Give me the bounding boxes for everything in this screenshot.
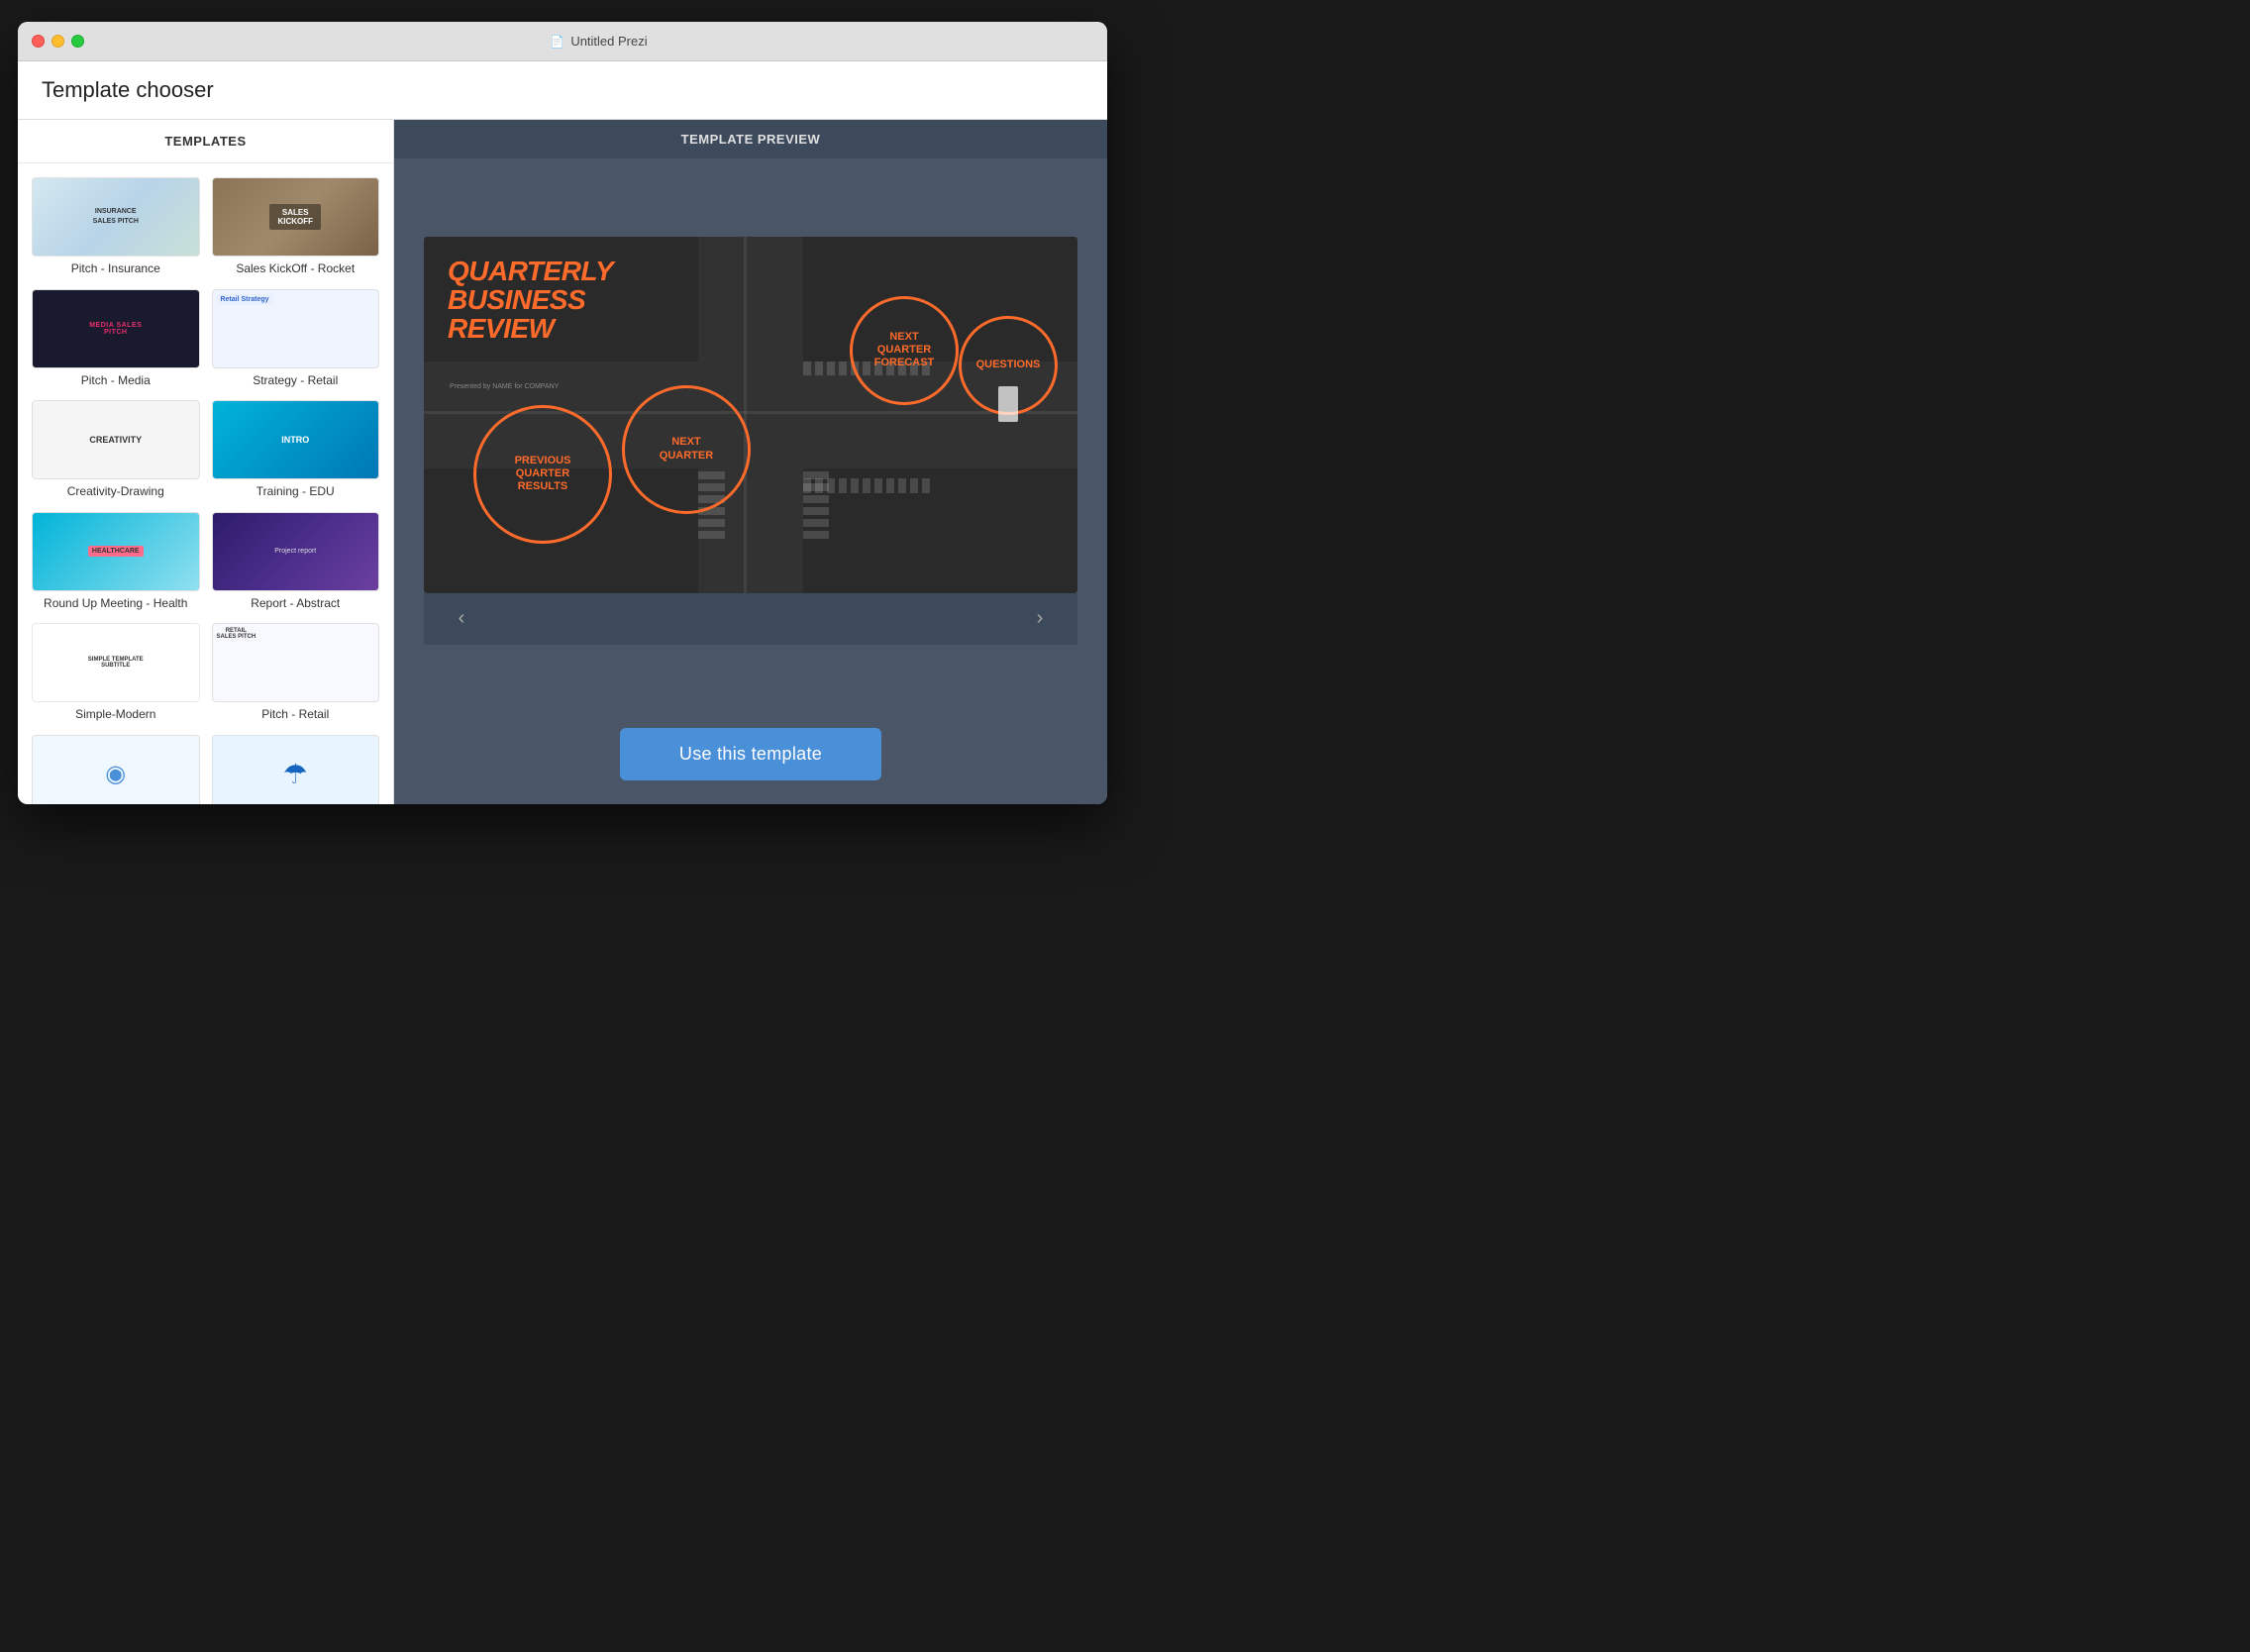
next-arrow-button[interactable]: › bbox=[1022, 601, 1058, 637]
template-thumb-simple-modern bbox=[32, 623, 200, 702]
template-name-roundup-health: Round Up Meeting - Health bbox=[32, 596, 200, 612]
app-window: 📄 Untitled Prezi Template chooser TEMPLA… bbox=[18, 22, 1107, 804]
titlebar: 📄 Untitled Prezi bbox=[18, 22, 1107, 61]
window-title: Untitled Prezi bbox=[570, 34, 647, 49]
template-thumb-sales-kickoff bbox=[212, 177, 380, 257]
preview-actions: Use this template bbox=[394, 712, 1107, 804]
close-button[interactable] bbox=[32, 35, 45, 48]
template-item-training-edu[interactable]: Training - EDU bbox=[212, 400, 380, 500]
template-thumb-roundup-health bbox=[32, 512, 200, 591]
preview-title: QUARTERLY BUSINESS REVIEW bbox=[448, 257, 613, 344]
prev-arrow-button[interactable]: ‹ bbox=[444, 601, 479, 637]
preview-area: QUARTERLY BUSINESS REVIEW Presented by N… bbox=[394, 158, 1107, 712]
template-name-simple-modern: Simple-Modern bbox=[32, 707, 200, 723]
template-item-strategy-retail[interactable]: Strategy - Retail bbox=[212, 289, 380, 389]
template-item-creativity[interactable]: Creativity-Drawing bbox=[32, 400, 200, 500]
template-item-pitch-media[interactable]: Pitch - Media bbox=[32, 289, 200, 389]
templates-grid: Pitch - Insurance Sales KickOff - Rocket… bbox=[18, 163, 393, 804]
preview-image-container: QUARTERLY BUSINESS REVIEW Presented by N… bbox=[424, 237, 1077, 645]
circle-next-quarter: NEXTQUARTER bbox=[622, 385, 751, 514]
preview-subtitle: Presented by NAME for COMPANY bbox=[450, 383, 559, 390]
template-name-training-edu: Training - EDU bbox=[212, 484, 380, 500]
page-header: Template chooser bbox=[18, 61, 1107, 120]
template-item-sales-kickoff[interactable]: Sales KickOff - Rocket bbox=[212, 177, 380, 277]
circle-next-quarter-forecast: NEXTQUARTERFORECAST bbox=[850, 296, 959, 405]
template-name-pitch-media: Pitch - Media bbox=[32, 373, 200, 389]
templates-panel: TEMPLATES Pitch - Insurance Sales KickOf… bbox=[18, 120, 394, 804]
template-thumb-exec-brief bbox=[212, 735, 380, 804]
template-name-strategy-retail: Strategy - Retail bbox=[212, 373, 380, 389]
traffic-lights bbox=[32, 35, 84, 48]
circle-previous-results: PREVIOUSQUARTERRESULTS bbox=[473, 405, 612, 544]
templates-header: TEMPLATES bbox=[18, 120, 393, 163]
template-item-simple-modern[interactable]: Simple-Modern bbox=[32, 623, 200, 723]
template-thumb-report-abstract bbox=[212, 512, 380, 591]
template-thumb-pitch-media bbox=[32, 289, 200, 368]
template-thumb-creativity bbox=[32, 400, 200, 479]
car-icon bbox=[998, 386, 1018, 422]
template-thumb-strategy-retail bbox=[212, 289, 380, 368]
document-icon: 📄 bbox=[550, 35, 564, 49]
template-name-creativity: Creativity-Drawing bbox=[32, 484, 200, 500]
preview-navigation: ‹ › bbox=[424, 593, 1077, 645]
use-template-button[interactable]: Use this template bbox=[620, 728, 881, 780]
maximize-button[interactable] bbox=[71, 35, 84, 48]
template-thumb-around-topic bbox=[32, 735, 200, 804]
template-item-pitch-insurance[interactable]: Pitch - Insurance bbox=[32, 177, 200, 277]
template-name-report-abstract: Report - Abstract bbox=[212, 596, 380, 612]
template-thumb-pitch-insurance bbox=[32, 177, 200, 257]
template-name-pitch-retail: Pitch - Retail bbox=[212, 707, 380, 723]
preview-header: TEMPLATE PREVIEW bbox=[394, 120, 1107, 158]
template-item-pitch-retail[interactable]: Pitch - Retail bbox=[212, 623, 380, 723]
template-item-around-topic[interactable]: Around a Topic bbox=[32, 735, 200, 804]
preview-panel: TEMPLATE PREVIEW bbox=[394, 120, 1107, 804]
template-thumb-pitch-retail bbox=[212, 623, 380, 702]
qbr-background: QUARTERLY BUSINESS REVIEW Presented by N… bbox=[424, 237, 1077, 593]
template-thumb-training-edu bbox=[212, 400, 380, 479]
template-name-sales-kickoff: Sales KickOff - Rocket bbox=[212, 261, 380, 277]
page-title: Template chooser bbox=[42, 77, 1083, 103]
template-item-report-abstract[interactable]: Report - Abstract bbox=[212, 512, 380, 612]
preview-image: QUARTERLY BUSINESS REVIEW Presented by N… bbox=[424, 237, 1077, 593]
main-content: TEMPLATES Pitch - Insurance Sales KickOf… bbox=[18, 120, 1107, 804]
template-name-pitch-insurance: Pitch - Insurance bbox=[32, 261, 200, 277]
template-item-roundup-health[interactable]: Round Up Meeting - Health bbox=[32, 512, 200, 612]
title-area: 📄 Untitled Prezi bbox=[104, 34, 1093, 49]
template-item-exec-brief[interactable]: Executive Brief - Insurance bbox=[212, 735, 380, 804]
minimize-button[interactable] bbox=[51, 35, 64, 48]
